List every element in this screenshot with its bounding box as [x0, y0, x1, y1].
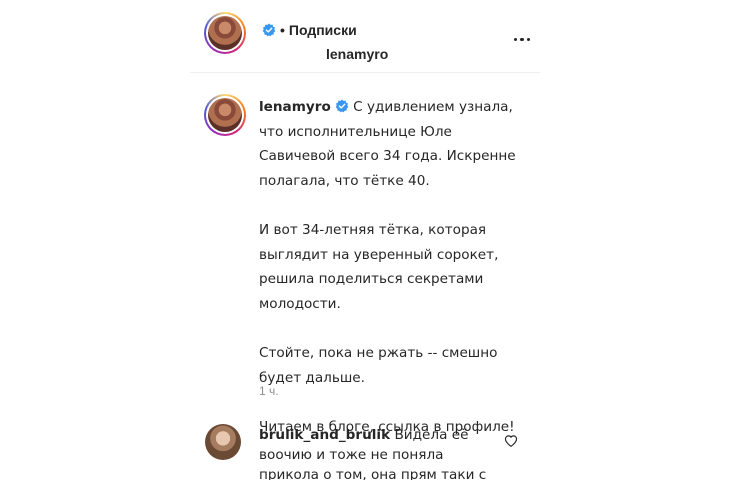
- caption-text: lenamyro С удивлением узнала, что исполн…: [259, 95, 529, 440]
- caption-paragraph-2: И вот 34-летняя тётка, которая выглядит …: [259, 222, 499, 312]
- caption-paragraph: lenamyro С удивлением узнала, что исполн…: [259, 95, 529, 193]
- comment-text: brulik_and_brulik Видела её воочию и тож…: [259, 425, 499, 480]
- author-avatar[interactable]: [204, 12, 246, 54]
- header-user-line: lenamyro • Подписки: [258, 22, 388, 62]
- caption-paragraph-3: Стойте, пока не ржать -- смешно будет да…: [259, 345, 498, 386]
- verified-badge-icon: [262, 23, 276, 37]
- caption-author-avatar[interactable]: [204, 94, 246, 136]
- comment-username[interactable]: brulik_and_brulik: [259, 427, 390, 443]
- following-button[interactable]: Подписки: [289, 22, 357, 38]
- verified-badge-icon: [335, 99, 349, 113]
- post-timestamp[interactable]: 1 ч.: [259, 384, 279, 398]
- separator-dot: •: [280, 22, 285, 38]
- caption-username[interactable]: lenamyro: [259, 99, 331, 115]
- heart-icon[interactable]: [504, 434, 518, 448]
- instagram-post-page: lenamyro • Подписки lenamyro С удивлением …: [0, 0, 730, 480]
- post-header: lenamyro • Подписки: [190, 0, 540, 73]
- commenter-avatar[interactable]: [205, 424, 241, 460]
- more-options-icon[interactable]: [512, 28, 532, 41]
- header-username[interactable]: lenamyro: [326, 46, 388, 62]
